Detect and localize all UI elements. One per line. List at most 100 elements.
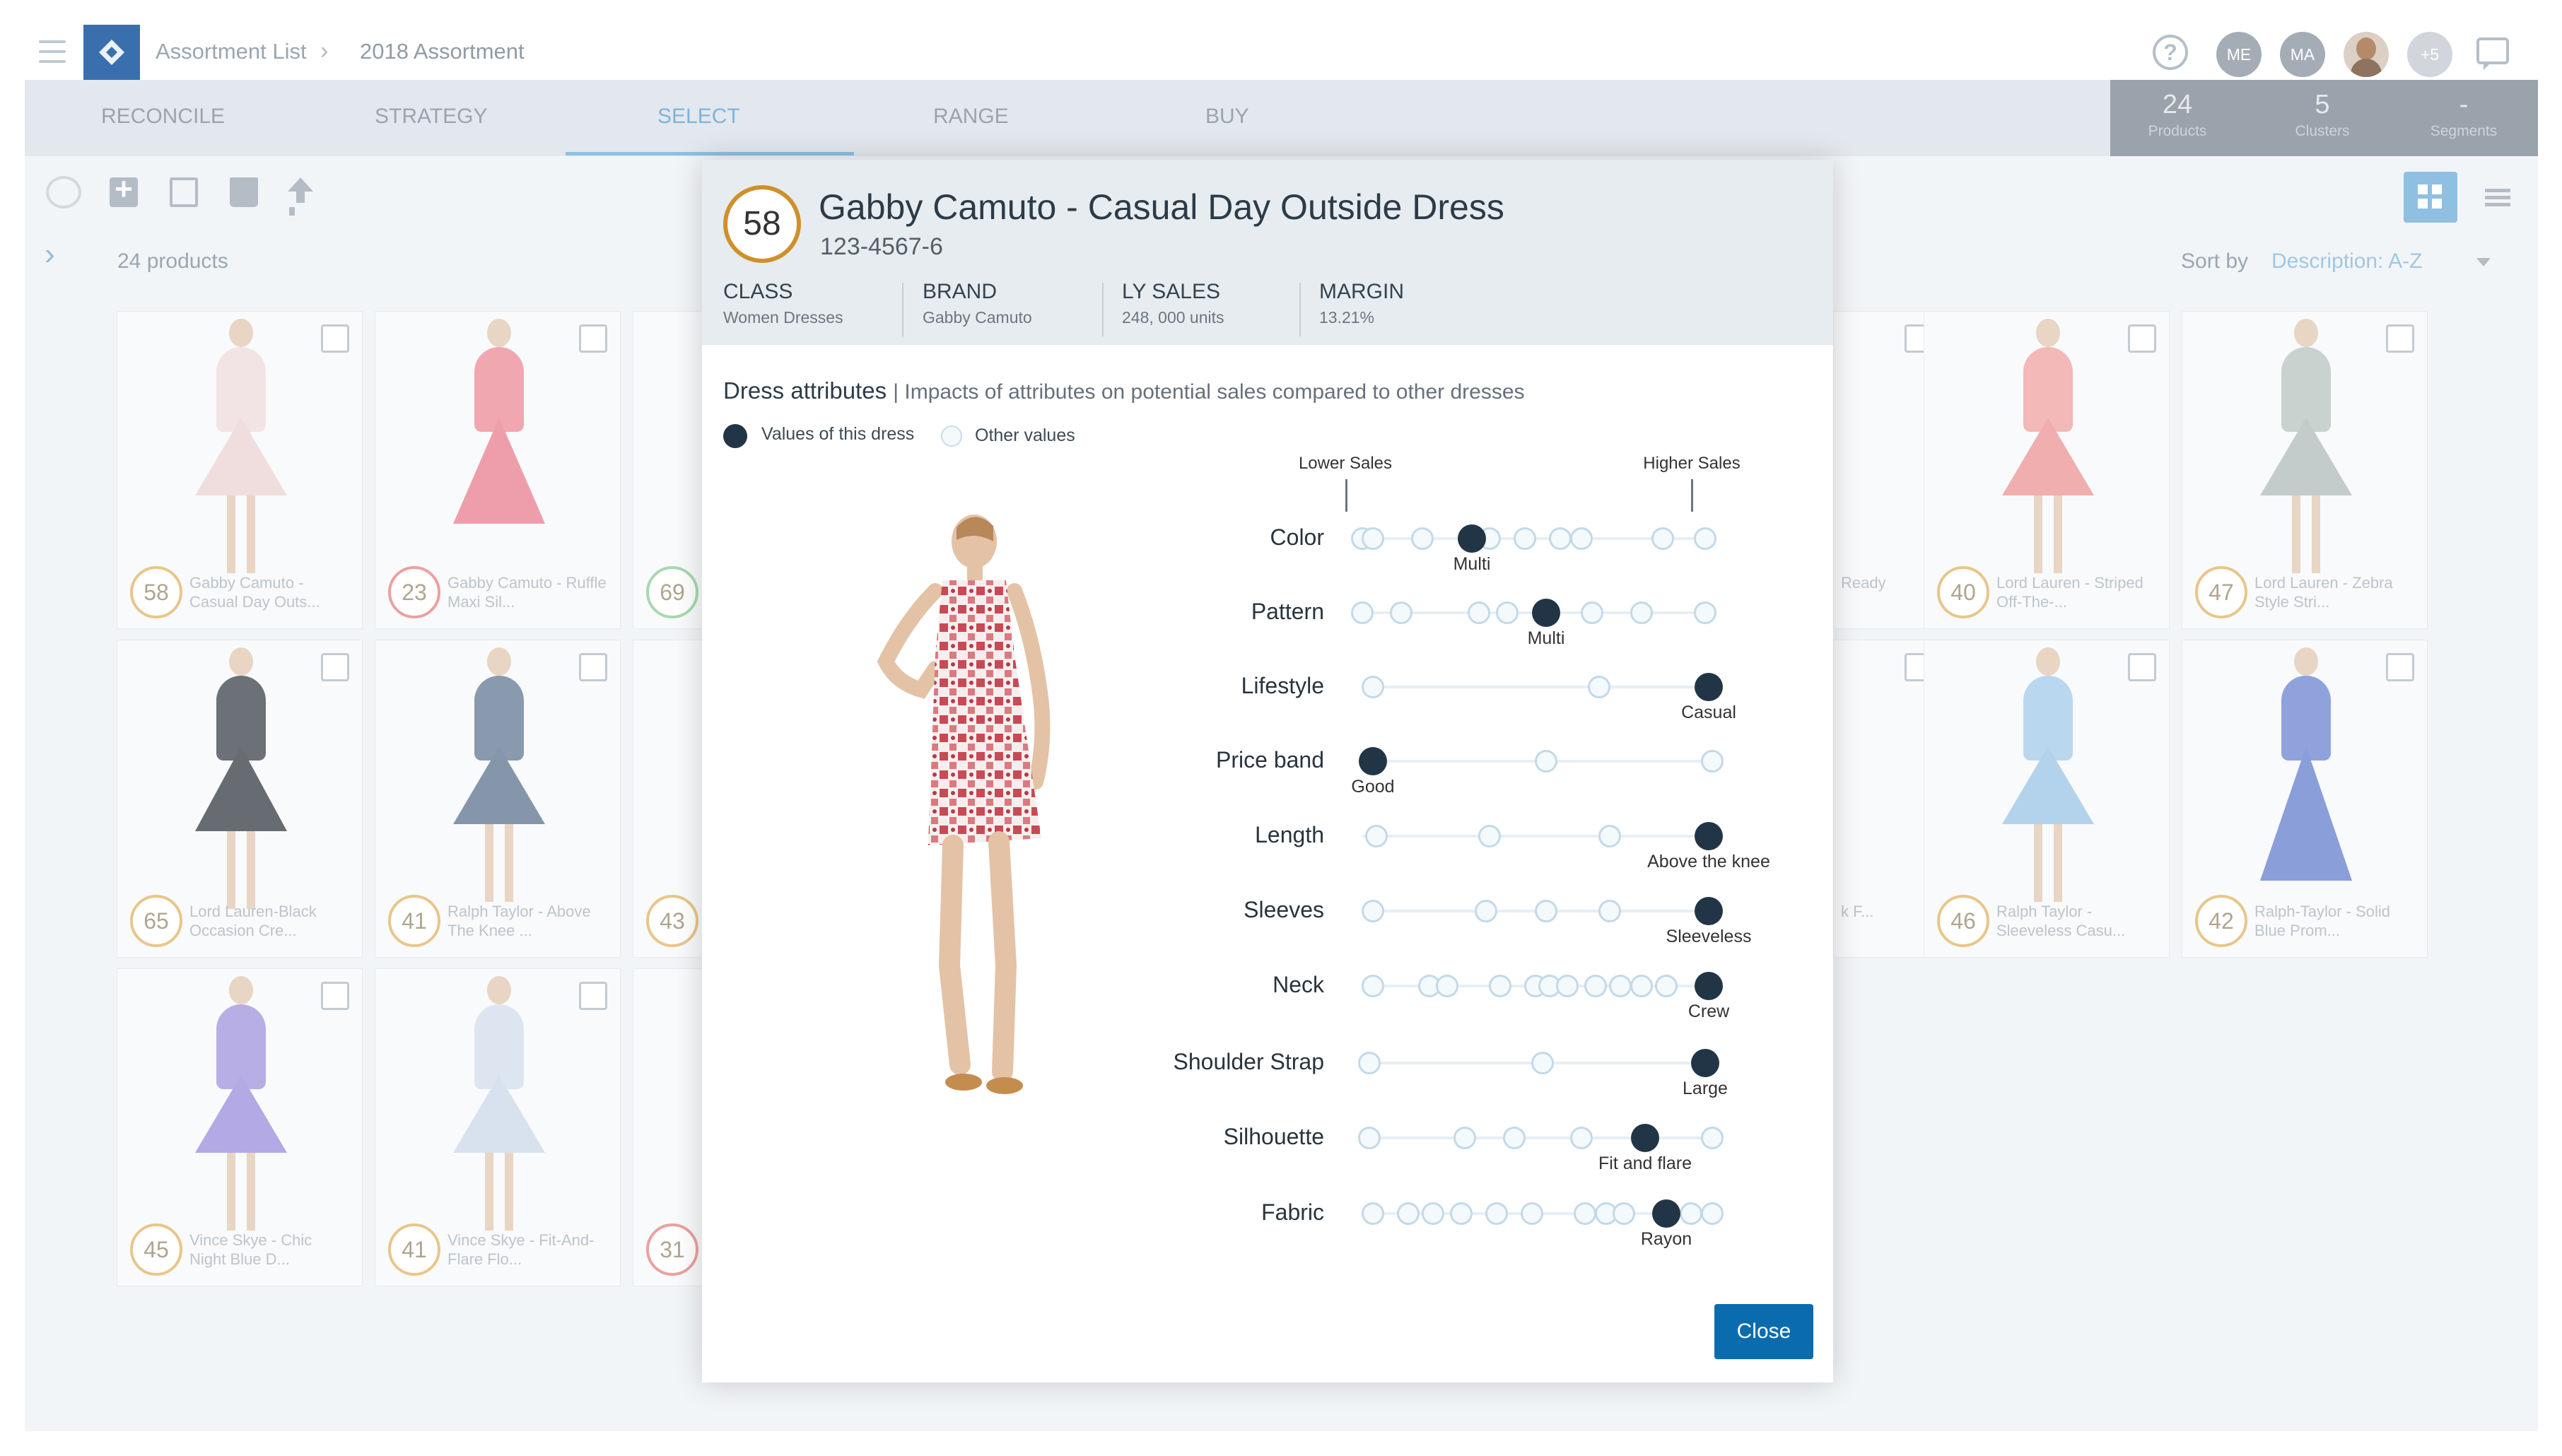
other-value-dot[interactable] [1450,1202,1473,1225]
copy-icon[interactable] [170,177,198,207]
other-value-dot[interactable] [1630,975,1653,997]
product-card[interactable]: 45 Vince Skye - Chic Night Blue D... [117,968,363,1286]
avatar-photo[interactable] [2344,32,2389,77]
other-value-dot[interactable] [1694,601,1716,624]
trash-icon[interactable] [230,177,258,207]
tab-reconcile[interactable]: RECONCILE [101,80,225,156]
other-value-dot[interactable] [1613,1202,1635,1225]
other-value-dot[interactable] [1351,601,1374,624]
select-checkbox[interactable] [2128,324,2156,353]
other-value-dot[interactable] [1701,1202,1724,1225]
avatar[interactable]: MA [2280,32,2325,77]
selected-value-dot[interactable] [1652,1199,1680,1228]
select-checkbox[interactable] [321,982,349,1010]
other-value-dot[interactable] [1362,900,1384,922]
other-value-dot[interactable] [1651,527,1674,550]
select-checkbox[interactable] [579,982,607,1010]
other-value-dot[interactable] [1581,601,1603,624]
chat-icon[interactable] [2476,37,2509,70]
other-value-dot[interactable] [1701,1127,1724,1149]
product-card[interactable]: 23 Gabby Camuto - Ruffle Maxi Sil... [375,311,621,629]
tab-range[interactable]: RANGE [933,80,1009,156]
product-card[interactable]: 46 Ralph Taylor - Sleeveless Casu... [1924,640,2170,958]
logo-icon[interactable] [83,25,140,80]
select-checkbox[interactable] [2128,653,2156,681]
selected-value-dot[interactable] [1458,524,1486,553]
other-value-dot[interactable] [1598,900,1621,922]
chevron-down-icon[interactable] [2476,258,2491,266]
other-value-dot[interactable] [1574,1202,1596,1225]
other-value-dot[interactable] [1475,900,1497,922]
help-icon[interactable]: ? [2153,35,2188,70]
breadcrumb-parent[interactable]: Assortment List [156,39,307,64]
other-value-dot[interactable] [1521,1202,1543,1225]
other-value-dot[interactable] [1549,527,1572,550]
product-card[interactable]: 42 Ralph-Taylor - Solid Blue Prom... [2182,640,2428,958]
other-value-dot[interactable] [1570,1127,1593,1149]
other-value-dot[interactable] [1390,601,1412,624]
more-avatars-badge[interactable]: +5 [2407,32,2452,77]
avatar[interactable]: ME [2216,32,2262,77]
other-value-dot[interactable] [1436,975,1458,997]
selected-value-dot[interactable] [1631,1124,1659,1152]
other-value-dot[interactable] [1362,527,1384,550]
sort-select[interactable]: Description: A-Z [2271,249,2422,274]
other-value-dot[interactable] [1358,1052,1381,1074]
other-value-dot[interactable] [1411,527,1434,550]
close-button[interactable]: Close [1714,1304,1813,1359]
product-card[interactable]: 47 Lord Lauren - Zebra Style Stri... [2182,311,2428,629]
tab-strategy[interactable]: STRATEGY [375,80,487,156]
product-card[interactable]: 41 Ralph Taylor - Above The Knee ... [375,640,621,958]
selected-value-dot[interactable] [1359,747,1387,775]
other-value-dot[interactable] [1556,975,1579,997]
other-value-dot[interactable] [1535,900,1557,922]
other-value-dot[interactable] [1609,975,1632,997]
other-value-dot[interactable] [1598,825,1621,847]
selected-value-dot[interactable] [1695,897,1723,925]
other-value-dot[interactable] [1362,676,1384,698]
other-value-dot[interactable] [1489,975,1511,997]
tab-select[interactable]: SELECT [657,80,740,156]
other-value-dot[interactable] [1588,676,1610,698]
other-value-dot[interactable] [1514,527,1536,550]
select-checkbox[interactable] [2386,653,2414,681]
select-checkbox[interactable] [321,653,349,681]
select-checkbox[interactable] [579,653,607,681]
other-value-dot[interactable] [1535,750,1557,773]
other-value-dot[interactable] [1422,1202,1444,1225]
other-value-dot[interactable] [1570,527,1593,550]
selected-value-dot[interactable] [1532,599,1560,627]
grid-view-icon[interactable] [2404,172,2457,223]
product-card[interactable]: 58 Gabby Camuto - Casual Day Outs... [117,311,363,629]
other-value-dot[interactable] [1453,1127,1476,1149]
other-value-dot[interactable] [1362,975,1384,997]
other-value-dot[interactable] [1701,750,1724,773]
other-value-dot[interactable] [1468,601,1490,624]
other-value-dot[interactable] [1478,825,1501,847]
other-value-dot[interactable] [1630,601,1653,624]
selected-value-dot[interactable] [1695,822,1723,850]
selected-value-dot[interactable] [1691,1049,1719,1077]
other-value-dot[interactable] [1485,1202,1508,1225]
other-value-dot[interactable] [1358,1127,1381,1149]
select-checkbox[interactable] [579,324,607,353]
other-value-dot[interactable] [1694,527,1716,550]
refresh-icon[interactable] [46,176,81,209]
menu-icon[interactable] [39,40,66,64]
other-value-dot[interactable] [1655,975,1678,997]
other-value-dot[interactable] [1584,975,1607,997]
product-card[interactable]: 65 Lord Lauren-Black Occasion Cre... [117,640,363,958]
other-value-dot[interactable] [1362,1202,1384,1225]
chevron-right-icon[interactable]: › [45,237,55,272]
select-checkbox[interactable] [321,324,349,353]
other-value-dot[interactable] [1531,1052,1554,1074]
product-card[interactable]: 41 Vince Skye - Fit-And-Flare Flo... [375,968,621,1286]
other-value-dot[interactable] [1397,1202,1420,1225]
tab-buy[interactable]: BUY [1205,80,1249,156]
product-card[interactable]: 40 Lord Lauren - Striped Off-The-... [1924,311,2170,629]
other-value-dot[interactable] [1496,601,1519,624]
other-value-dot[interactable] [1680,1202,1702,1225]
list-view-icon[interactable] [2471,172,2525,223]
other-value-dot[interactable] [1503,1127,1526,1149]
selected-value-dot[interactable] [1695,673,1723,701]
